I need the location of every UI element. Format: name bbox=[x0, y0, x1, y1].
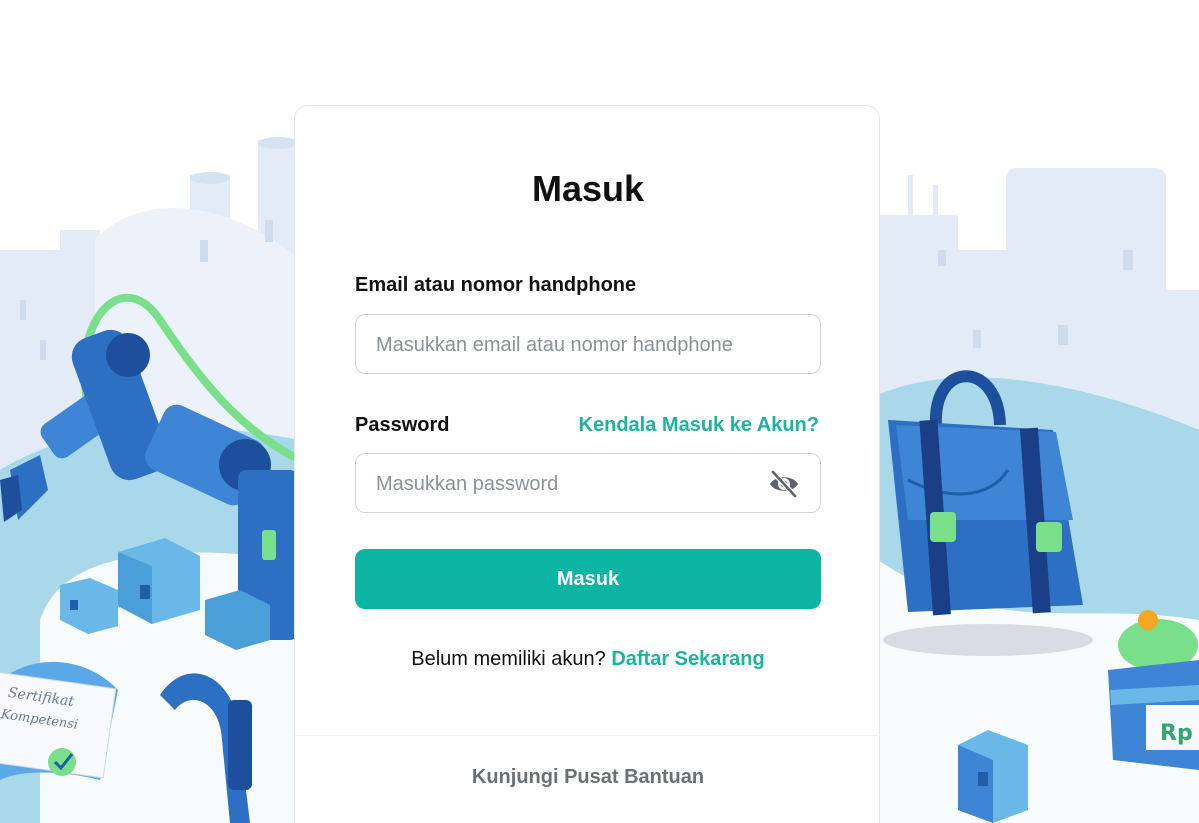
eye-off-icon[interactable] bbox=[768, 469, 800, 499]
page-title: Masuk bbox=[531, 168, 645, 209]
register-link[interactable]: Daftar Sekarang bbox=[611, 648, 764, 670]
password-field[interactable] bbox=[374, 454, 778, 514]
register-prompt-text: Belum memiliki akun? bbox=[411, 648, 606, 670]
office-briefcase-illustration: Rp bbox=[878, 168, 1199, 823]
password-label: Password bbox=[355, 414, 450, 436]
password-field-container bbox=[355, 453, 821, 514]
email-field-container bbox=[355, 314, 821, 375]
forgot-login-link[interactable]: Kendala Masuk ke Akun? bbox=[579, 414, 819, 437]
register-prompt-line: Belum memiliki akun? Daftar Sekarang bbox=[295, 648, 881, 671]
factory-robot-illustration: Sertifikat Kompetensi bbox=[0, 137, 300, 823]
price-tag-text: Rp bbox=[1160, 721, 1193, 746]
card-divider bbox=[295, 735, 881, 736]
login-page: Sertifikat Kompetensi Rp Masuk Email ata… bbox=[0, 0, 1199, 823]
help-center-link[interactable]: Kunjungi Pusat Bantuan bbox=[295, 766, 881, 789]
login-card: Masuk Email atau nomor handphone Passwor… bbox=[294, 105, 881, 823]
email-field[interactable] bbox=[374, 315, 778, 375]
login-submit-button[interactable]: Masuk bbox=[355, 549, 821, 609]
email-label: Email atau nomor handphone bbox=[355, 274, 637, 296]
